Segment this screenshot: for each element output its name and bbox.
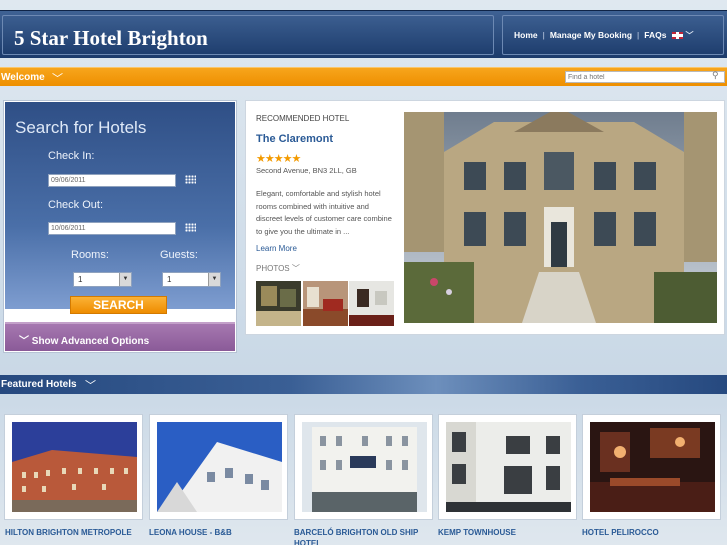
featured-hotel-card[interactable] <box>149 414 288 520</box>
recommended-hotel-photo[interactable] <box>404 112 717 323</box>
chevron-down-icon[interactable]: ﹀ <box>85 377 96 393</box>
star-rating: ★★★★★ <box>256 153 301 165</box>
search-panel: Search for Hotels Check In: 09/06/2011 C… <box>3 100 237 353</box>
hotel-photo[interactable] <box>446 422 571 512</box>
rooms-value: 1 <box>78 275 83 284</box>
welcome-bar: Welcome ﹀ ⚲ <box>0 67 727 86</box>
learn-more-link[interactable]: Learn More <box>256 244 297 253</box>
chevron-down-icon[interactable]: ▼ <box>119 273 131 286</box>
hotel-photo[interactable] <box>590 422 715 512</box>
check-out-label: Check Out: <box>48 199 104 211</box>
check-out-field[interactable]: 10/06/2011 <box>48 222 176 235</box>
advanced-options-label[interactable]: ﹀ Show Advanced Options <box>19 332 149 347</box>
hotel-description: Elegant, comfortable and stylish hotel r… <box>256 189 392 236</box>
recommended-label: RECOMMENDED HOTEL <box>256 114 350 123</box>
recommended-hotel-name[interactable]: The Claremont <box>256 133 333 145</box>
hotel-photo[interactable] <box>302 422 427 512</box>
hotel-photo[interactable] <box>157 422 282 512</box>
search-button[interactable]: SEARCH <box>70 296 167 314</box>
calendar-icon[interactable] <box>185 223 196 232</box>
photo-thumbnail[interactable] <box>256 281 301 326</box>
find-hotel-input[interactable] <box>565 71 725 83</box>
welcome-label[interactable]: Welcome <box>1 72 45 83</box>
featured-hotel-name[interactable]: LEONA HOUSE - B&B <box>149 527 288 538</box>
featured-hotel-name[interactable]: KEMP TOWNHOUSE <box>438 527 577 538</box>
advanced-options-toggle[interactable]: ﹀ Show Advanced Options <box>5 322 235 351</box>
nav-home-link[interactable]: Home <box>514 30 538 40</box>
top-nav: Home | Manage My Booking | FAQs ﹀ <box>502 15 724 55</box>
rooms-label: Rooms: <box>71 249 109 261</box>
check-in-field[interactable]: 09/06/2011 <box>48 174 176 187</box>
hotel-address: Second Avenue, BN3 2LL, GB <box>256 166 357 175</box>
search-icon[interactable]: ⚲ <box>712 70 719 81</box>
guests-select[interactable]: 1 ▼ <box>162 272 221 287</box>
chevron-down-icon[interactable]: ﹀ <box>685 30 693 41</box>
hotel-photo[interactable] <box>12 422 137 512</box>
featured-hotel-card[interactable] <box>4 414 143 520</box>
photos-toggle[interactable]: PHOTOS ﹀ <box>256 263 300 274</box>
uk-flag-icon[interactable] <box>672 31 684 39</box>
calendar-icon[interactable] <box>185 175 196 184</box>
site-title[interactable]: 5 Star Hotel Brighton <box>14 26 208 51</box>
site-title-box: 5 Star Hotel Brighton <box>2 15 494 55</box>
featured-hotel-name[interactable]: BARCELÓ BRIGHTON OLD SHIP HOTEL <box>294 527 433 545</box>
nav-manage-booking-link[interactable]: Manage My Booking <box>550 30 632 40</box>
guests-value: 1 <box>167 275 172 284</box>
photo-thumbnail[interactable] <box>303 281 348 326</box>
search-title: Search for Hotels <box>15 118 147 137</box>
featured-hotels-bar: Featured Hotels ﹀ <box>0 375 727 394</box>
featured-hotel-name[interactable]: HOTEL PELIROCCO <box>582 527 721 538</box>
guests-label: Guests: <box>160 249 198 261</box>
featured-hotel-card[interactable] <box>438 414 577 520</box>
search-form: Search for Hotels Check In: 09/06/2011 C… <box>5 102 235 309</box>
nav-separator: | <box>637 30 640 40</box>
nav-separator: | <box>542 30 545 40</box>
featured-hotels-label[interactable]: Featured Hotels <box>1 379 77 390</box>
chevron-down-icon[interactable]: ▼ <box>208 273 220 286</box>
photo-thumbnail[interactable] <box>349 281 394 326</box>
chevron-down-icon[interactable]: ﹀ <box>52 70 63 86</box>
nav-faqs-link[interactable]: FAQs <box>644 30 666 40</box>
recommended-hotel-panel: RECOMMENDED HOTEL The Claremont ★★★★★ Se… <box>245 100 725 335</box>
check-in-label: Check In: <box>48 150 95 162</box>
featured-hotel-name[interactable]: HILTON BRIGHTON METROPOLE <box>5 527 144 538</box>
featured-hotel-card[interactable] <box>582 414 721 520</box>
site-header: 5 Star Hotel Brighton Home | Manage My B… <box>0 10 727 58</box>
featured-hotel-card[interactable] <box>294 414 433 520</box>
rooms-select[interactable]: 1 ▼ <box>73 272 132 287</box>
